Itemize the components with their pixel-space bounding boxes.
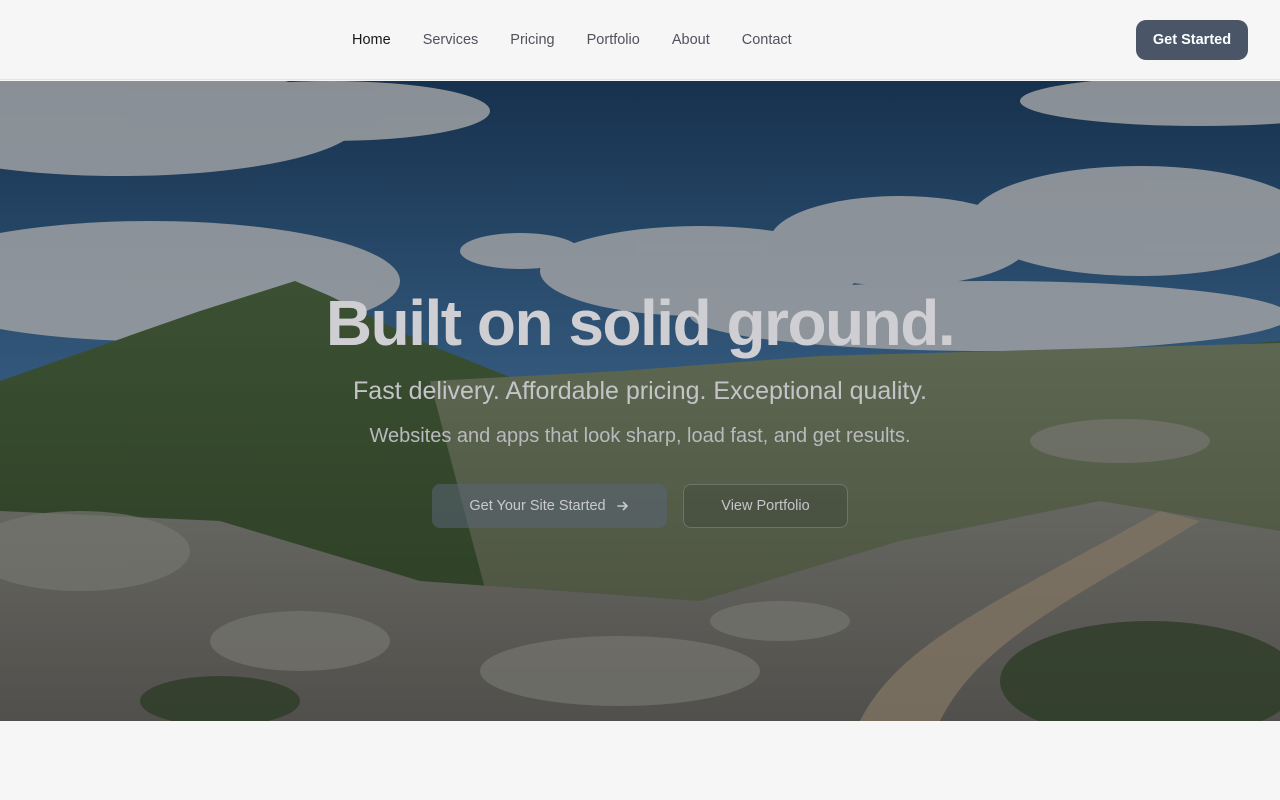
nav-link-about[interactable]: About: [656, 32, 726, 48]
nav-link-contact[interactable]: Contact: [726, 32, 808, 48]
primary-button-label: Get Your Site Started: [469, 498, 606, 514]
get-started-button[interactable]: Get Started: [1136, 20, 1248, 60]
main-nav: Home Services Pricing Portfolio About Co…: [336, 0, 808, 80]
hero-section: Built on solid ground. Fast delivery. Af…: [0, 81, 1280, 721]
nav-link-portfolio[interactable]: Portfolio: [571, 32, 656, 48]
hero-title: Built on solid ground.: [325, 287, 956, 359]
arrow-right-icon: [616, 501, 628, 511]
hero-subtitle: Websites and apps that look sharp, load …: [369, 425, 911, 447]
nav-link-home[interactable]: Home: [336, 32, 407, 48]
nav-link-pricing[interactable]: Pricing: [494, 32, 570, 48]
nav-link-services[interactable]: Services: [407, 32, 495, 48]
get-your-site-started-button[interactable]: Get Your Site Started: [432, 484, 667, 528]
hero-tagline: Fast delivery. Affordable pricing. Excep…: [353, 377, 927, 405]
top-navbar: Home Services Pricing Portfolio About Co…: [0, 0, 1280, 80]
view-portfolio-button[interactable]: View Portfolio: [683, 484, 848, 528]
